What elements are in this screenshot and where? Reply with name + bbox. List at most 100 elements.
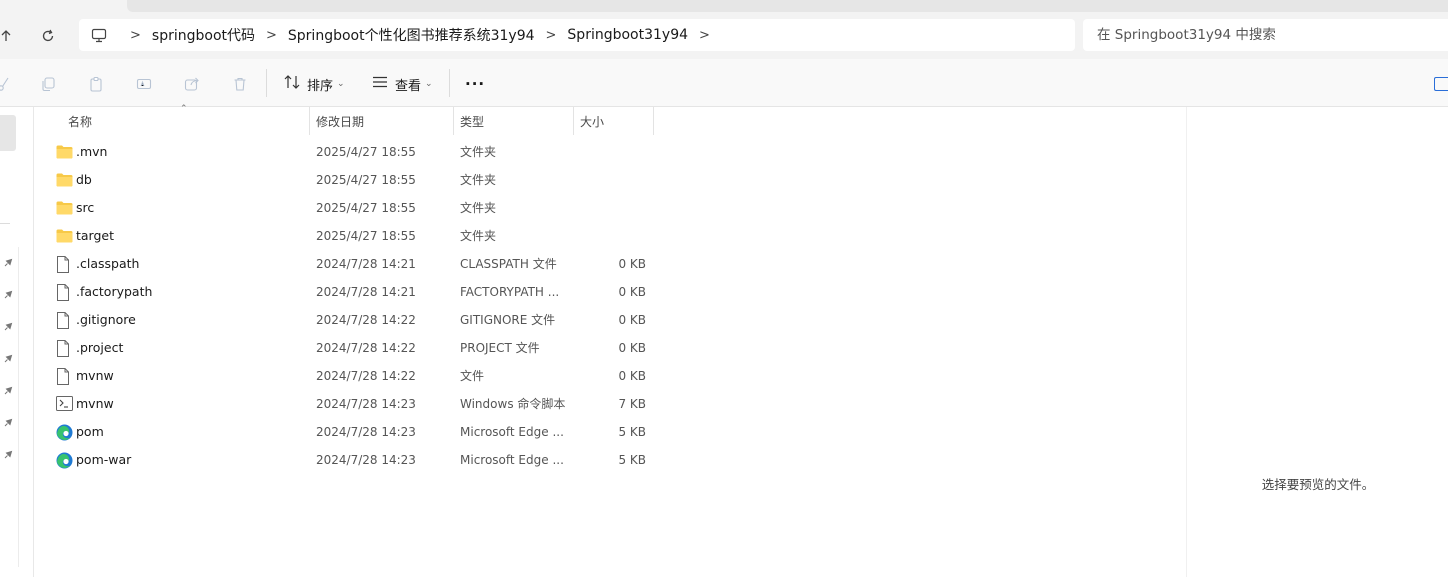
file-icon <box>56 312 73 329</box>
nav-pane-scroll-thumb[interactable] <box>0 115 16 151</box>
file-row[interactable]: src 2025/4/27 18:55 文件夹 <box>51 194 661 222</box>
view-label: 查看 <box>395 78 422 94</box>
file-modified-date: 2025/4/27 18:55 <box>316 201 416 215</box>
up-arrow-icon[interactable] <box>0 24 18 48</box>
file-type: 文件夹 <box>460 173 497 187</box>
file-size: 5 KB <box>618 453 646 467</box>
sort-label: 排序 <box>307 78 334 94</box>
file-type: CLASSPATH 文件 <box>460 257 557 271</box>
file-row[interactable]: mvnw 2024/7/28 14:23 Windows 命令脚本 7 KB <box>51 390 661 418</box>
file-size: 0 KB <box>618 285 646 299</box>
chevron-right-icon[interactable]: > <box>688 28 721 43</box>
file-name[interactable]: pom-war <box>76 446 131 474</box>
file-row[interactable]: .mvn 2025/4/27 18:55 文件夹 <box>51 138 661 166</box>
column-header-type[interactable]: 类型 <box>460 107 484 135</box>
chevron-down-icon: ⌄ <box>425 79 433 89</box>
file-size: 0 KB <box>618 369 646 383</box>
file-type: Microsoft Edge ... <box>460 425 564 439</box>
file-name[interactable]: .project <box>76 334 123 362</box>
file-modified-date: 2024/7/28 14:23 <box>316 397 416 411</box>
preview-empty-message: 选择要预览的文件。 <box>1261 477 1375 492</box>
file-row[interactable]: .factorypath 2024/7/28 14:21 FACTORYPATH .… <box>51 278 661 306</box>
file-name[interactable]: target <box>76 222 114 250</box>
file-row[interactable]: pom-war 2024/7/28 14:23 Microsoft Edge ...… <box>51 446 661 474</box>
file-size: 0 KB <box>618 313 646 327</box>
file-size: 0 KB <box>618 341 646 355</box>
file-icon <box>56 340 73 357</box>
file-name[interactable]: db <box>76 166 92 194</box>
rename-icon[interactable] <box>134 74 154 94</box>
file-modified-date: 2024/7/28 14:21 <box>316 257 416 271</box>
pin-icon[interactable] <box>3 413 13 427</box>
refresh-icon[interactable] <box>36 24 60 48</box>
file-icon <box>56 368 73 385</box>
file-modified-date: 2024/7/28 14:22 <box>316 341 416 355</box>
breadcrumb-current-folder[interactable]: Springboot31y94 <box>567 27 688 43</box>
delete-icon[interactable] <box>230 74 250 94</box>
address-bar[interactable]: > springboot代码 > Springboot个性化图书推荐系统31y9… <box>79 19 1075 51</box>
column-header-size[interactable]: 大小 <box>580 107 604 135</box>
file-row[interactable]: db 2025/4/27 18:55 文件夹 <box>51 166 661 194</box>
column-header-name[interactable]: 名称 <box>68 107 92 135</box>
file-row[interactable]: .project 2024/7/28 14:22 PROJECT 文件 0 KB <box>51 334 661 362</box>
file-size: 0 KB <box>618 257 646 271</box>
file-name[interactable]: .factorypath <box>76 278 152 306</box>
column-divider[interactable] <box>309 107 310 135</box>
file-name[interactable]: .classpath <box>76 250 139 278</box>
file-name[interactable]: mvnw <box>76 390 114 418</box>
breadcrumb-springboot-code[interactable]: springboot代码 <box>152 25 255 45</box>
view-button[interactable]: 查看 ⌄ <box>371 71 433 97</box>
file-type: 文件 <box>460 369 485 383</box>
file-modified-date: 2024/7/28 14:21 <box>316 285 416 299</box>
file-name[interactable]: .mvn <box>76 138 107 166</box>
file-name[interactable]: .gitignore <box>76 306 136 334</box>
chevron-down-icon: ⌄ <box>337 79 345 89</box>
share-icon[interactable] <box>182 74 202 94</box>
file-name[interactable]: mvnw <box>76 362 114 390</box>
sort-button[interactable]: 排序 ⌄ <box>283 71 345 97</box>
file-type: PROJECT 文件 <box>460 341 540 355</box>
search-box[interactable] <box>1083 19 1448 51</box>
paste-icon[interactable] <box>86 74 106 94</box>
file-type: 文件夹 <box>460 145 497 159</box>
pin-icon[interactable] <box>3 253 13 267</box>
column-divider[interactable] <box>653 107 654 135</box>
column-divider[interactable] <box>453 107 454 135</box>
preview-pane-icon[interactable] <box>1434 77 1448 91</box>
view-list-icon <box>371 75 389 93</box>
copy-icon[interactable] <box>38 74 58 94</box>
file-size: 7 KB <box>618 397 646 411</box>
file-modified-date: 2025/4/27 18:55 <box>316 229 416 243</box>
file-size: 5 KB <box>618 425 646 439</box>
column-header-modified[interactable]: 修改日期 <box>316 107 364 135</box>
more-options-button[interactable]: ··· <box>465 71 485 97</box>
pin-icon[interactable] <box>3 381 13 395</box>
file-size <box>591 194 646 222</box>
folder-icon <box>56 172 73 188</box>
column-divider[interactable] <box>573 107 574 135</box>
pin-icon[interactable] <box>3 317 13 331</box>
this-pc-icon[interactable] <box>79 28 119 43</box>
chevron-right-icon[interactable]: > <box>255 28 288 43</box>
file-row[interactable]: .gitignore 2024/7/28 14:22 GITIGNORE 文件 0 K… <box>51 306 661 334</box>
file-row[interactable]: pom 2024/7/28 14:23 Microsoft Edge ... 5 KB <box>51 418 661 446</box>
active-tab-edge <box>127 0 1448 12</box>
pin-icon[interactable] <box>3 285 13 299</box>
pin-icon[interactable] <box>3 445 13 459</box>
file-size <box>591 138 646 166</box>
cut-icon[interactable] <box>0 74 14 94</box>
file-row[interactable]: .classpath 2024/7/28 14:21 CLASSPATH 文件 0 K… <box>51 250 661 278</box>
file-name[interactable]: pom <box>76 418 104 446</box>
breadcrumb-project-folder[interactable]: Springboot个性化图书推荐系统31y94 <box>288 25 535 45</box>
file-row[interactable]: mvnw 2024/7/28 14:22 文件 0 KB <box>51 362 661 390</box>
file-row[interactable]: target 2025/4/27 18:55 文件夹 <box>51 222 661 250</box>
search-input[interactable] <box>1097 27 1427 43</box>
pin-icon[interactable] <box>3 349 13 363</box>
navigation-pane <box>0 107 34 577</box>
chevron-right-icon[interactable]: > <box>119 28 152 43</box>
file-name[interactable]: src <box>76 194 94 222</box>
chevron-right-icon[interactable]: > <box>535 28 568 43</box>
file-list: 名称 ⌃ 修改日期 类型 大小 .mvn 2025/4/27 18:55 文件夹 db… <box>35 104 1186 577</box>
script-file-icon <box>56 396 73 412</box>
address-row: > springboot代码 > Springboot个性化图书推荐系统31y9… <box>0 12 1448 59</box>
